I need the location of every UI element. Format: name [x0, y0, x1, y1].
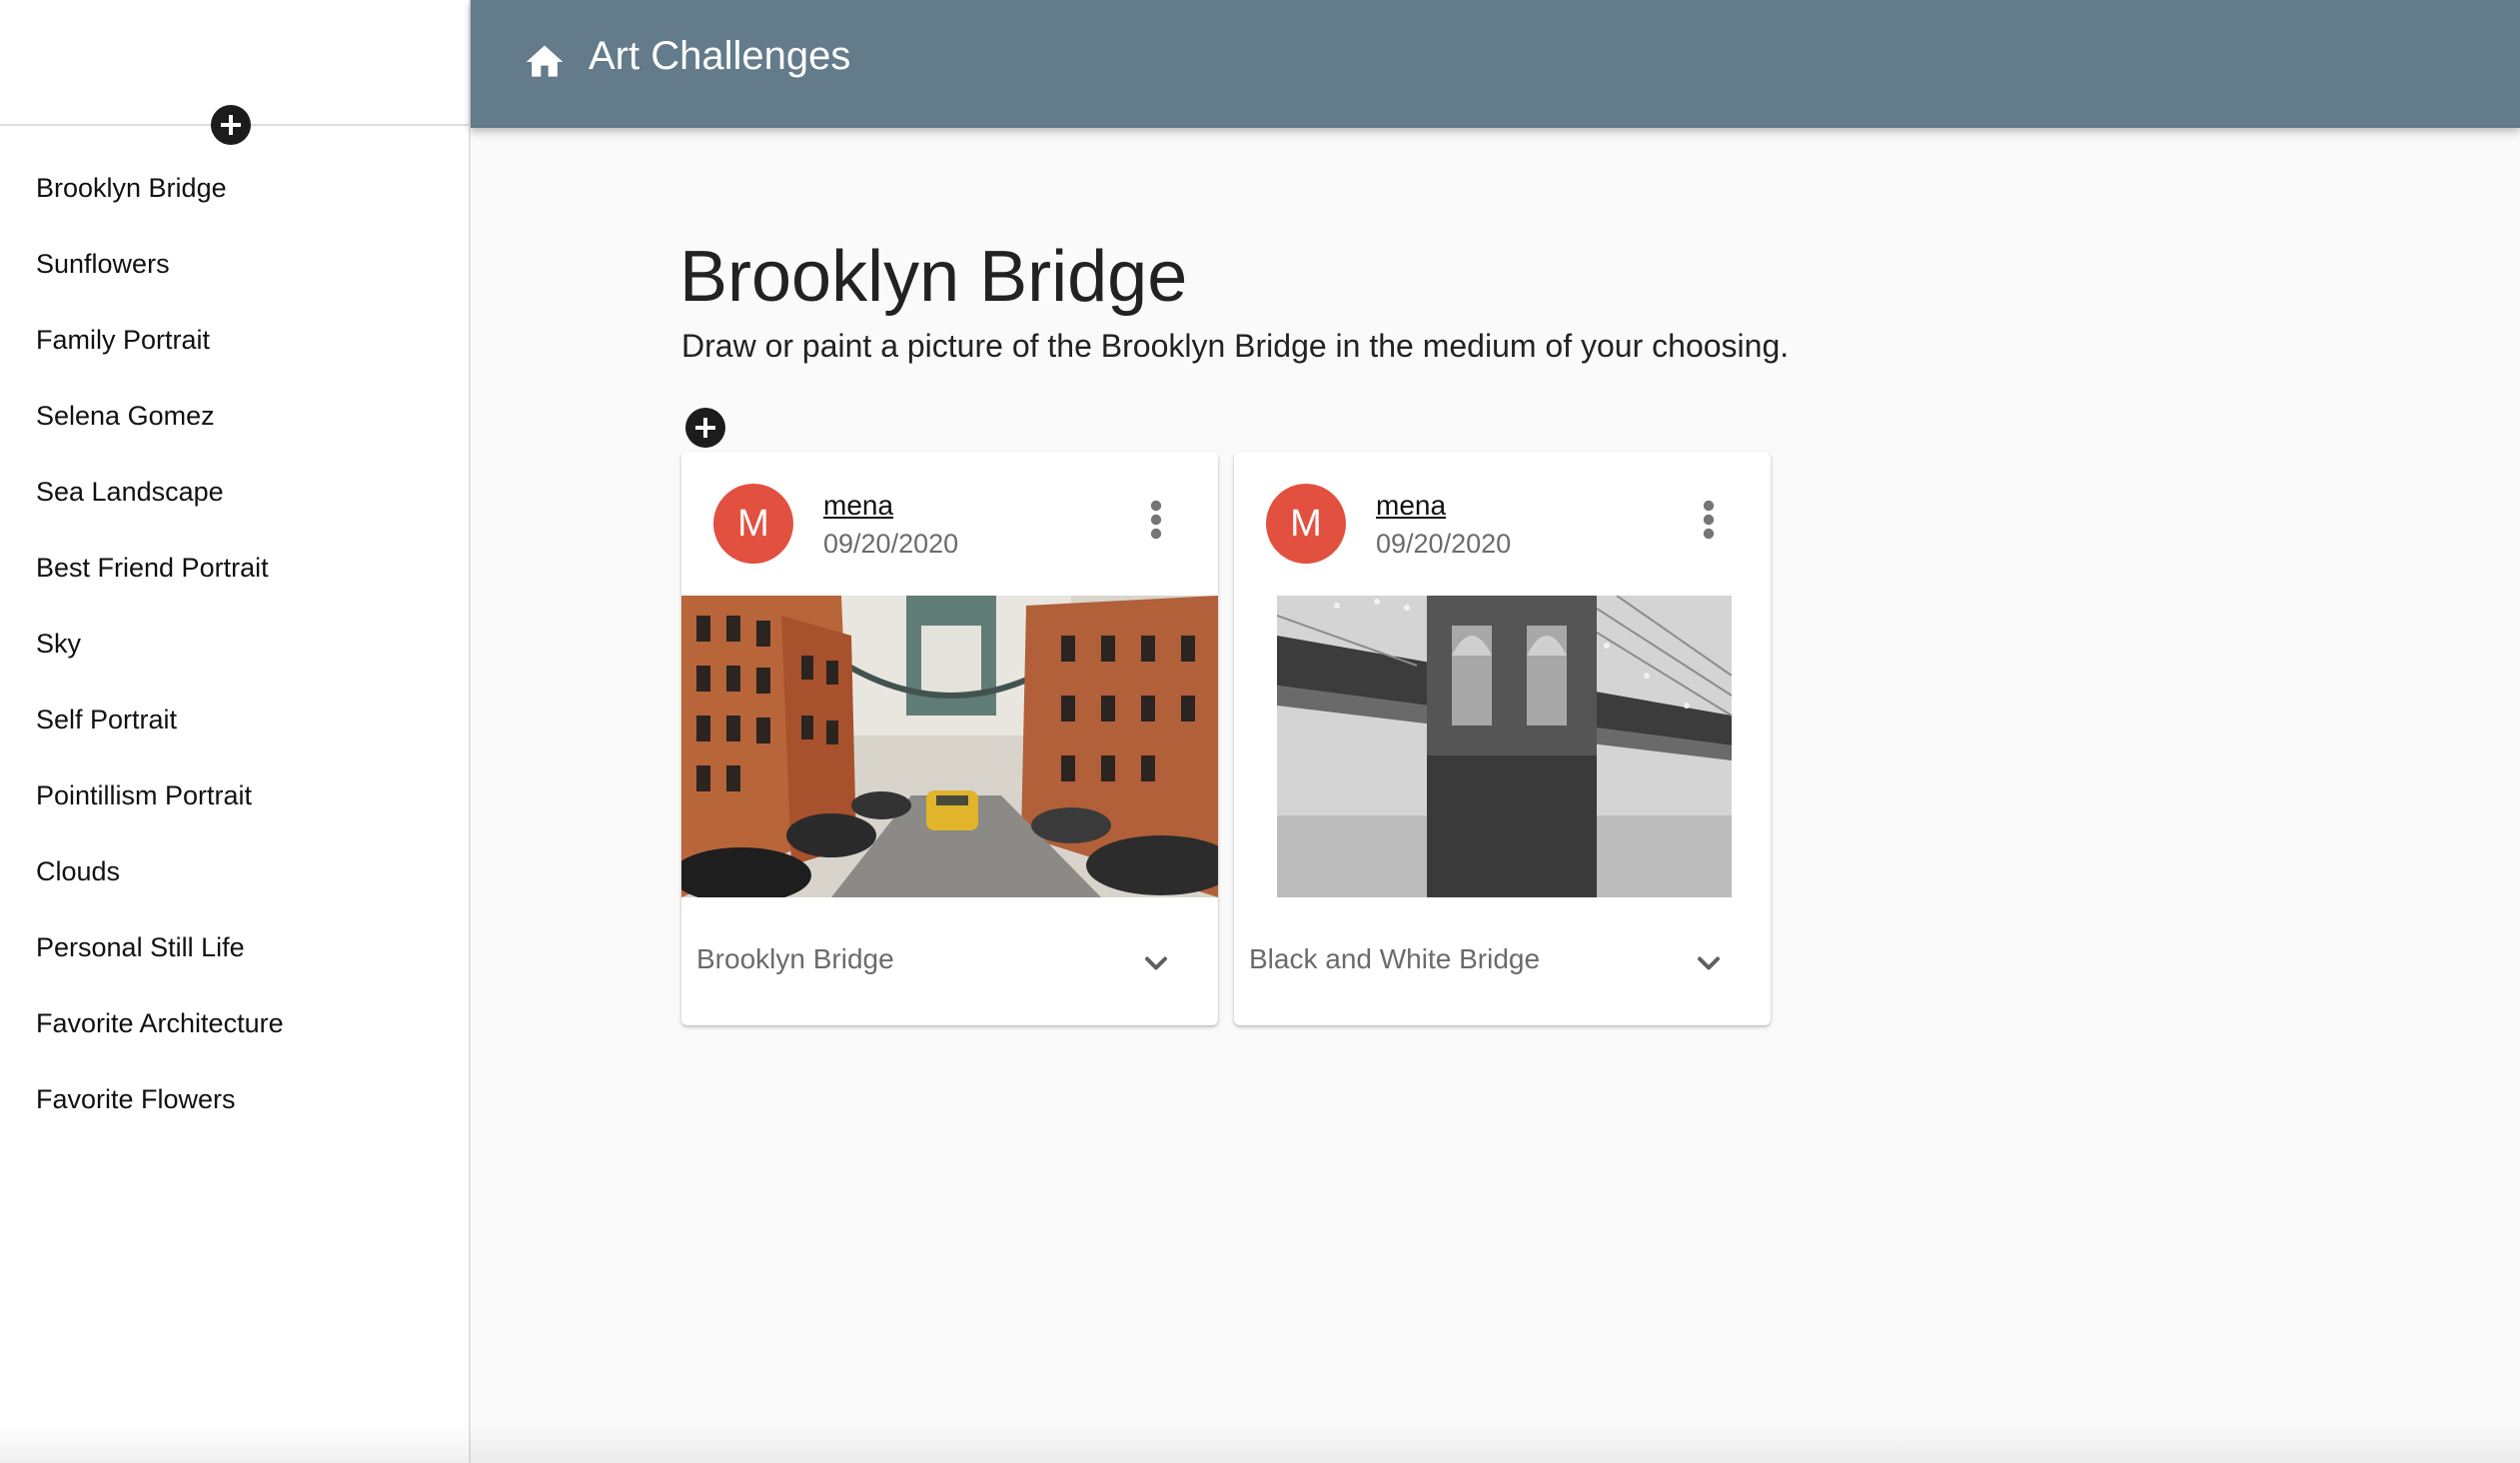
sidebar-item-label: Selena Gomez: [36, 400, 215, 431]
sidebar-item-label: Clouds: [36, 855, 121, 886]
sidebar-item-label: Family Portrait: [36, 324, 211, 355]
sidebar-item-sunflowers[interactable]: Sunflowers: [0, 226, 469, 302]
add-submission-button[interactable]: [685, 408, 725, 448]
sidebar-item-label: Personal Still Life: [36, 931, 245, 962]
more-vert-icon[interactable]: [1697, 496, 1721, 544]
app-bar: Art Challenges: [471, 0, 2520, 128]
submission-card: M mena 09/20/2020: [681, 452, 1218, 1025]
artwork-image-color-bridge: [681, 596, 1218, 897]
card-date: 09/20/2020: [823, 529, 959, 559]
sidebar-item-clouds[interactable]: Clouds: [0, 833, 469, 909]
sidebar-item-label: Best Friend Portrait: [36, 552, 269, 583]
sidebar-item-sky[interactable]: Sky: [0, 606, 469, 682]
chevron-down-icon[interactable]: [1138, 945, 1174, 981]
artwork-image-bw-bridge: [1277, 596, 1732, 897]
sidebar-item-self-portrait[interactable]: Self Portrait: [0, 682, 469, 757]
sidebar-item-label: Sky: [36, 628, 82, 659]
sidebar-item-label: Favorite Architecture: [36, 1007, 284, 1038]
sidebar-item-favorite-architecture[interactable]: Favorite Architecture: [0, 985, 469, 1061]
more-vert-icon[interactable]: [1144, 496, 1168, 544]
app-title: Art Challenges: [589, 34, 851, 78]
sidebar-item-label: Self Portrait: [36, 704, 178, 734]
sidebar-item-selena-gomez[interactable]: Selena Gomez: [0, 378, 469, 454]
sidebar-item-label: Pointillism Portrait: [36, 779, 253, 810]
sidebar-item-personal-still-life[interactable]: Personal Still Life: [0, 909, 469, 985]
sidebar-item-brooklyn-bridge[interactable]: Brooklyn Bridge: [0, 150, 469, 226]
page-title: Brooklyn Bridge: [679, 237, 1188, 317]
avatar: M: [713, 484, 793, 564]
card-caption: Black and White Bridge: [1249, 943, 1541, 974]
submission-card: M mena 09/20/2020: [1234, 452, 1771, 1025]
sidebar-item-sea-landscape[interactable]: Sea Landscape: [0, 454, 469, 530]
sidebar-item-best-friend-portrait[interactable]: Best Friend Portrait: [0, 530, 469, 606]
challenge-description: Draw or paint a picture of the Brooklyn …: [681, 328, 1790, 364]
sidebar-item-family-portrait[interactable]: Family Portrait: [0, 302, 469, 378]
sidebar-item-favorite-flowers[interactable]: Favorite Flowers: [0, 1061, 469, 1137]
sidebar-item-label: Sunflowers: [36, 248, 170, 279]
sidebar-item-label: Sea Landscape: [36, 476, 224, 507]
card-username-link[interactable]: mena: [1376, 490, 1446, 522]
challenge-list: Brooklyn Bridge Sunflowers Family Portra…: [0, 150, 469, 1137]
card-username-link[interactable]: mena: [823, 490, 893, 522]
add-challenge-button[interactable]: [211, 105, 251, 145]
sidebar-item-label: Favorite Flowers: [36, 1083, 236, 1114]
sidebar-item-pointillism-portrait[interactable]: Pointillism Portrait: [0, 757, 469, 833]
home-icon[interactable]: [523, 40, 567, 84]
sidebar: Brooklyn Bridge Sunflowers Family Portra…: [0, 0, 471, 1463]
card-date: 09/20/2020: [1376, 529, 1512, 559]
chevron-down-icon[interactable]: [1691, 945, 1727, 981]
card-caption: Brooklyn Bridge: [696, 943, 894, 974]
add-icon: [695, 418, 715, 438]
sidebar-item-label: Brooklyn Bridge: [36, 172, 227, 203]
add-icon: [221, 115, 241, 135]
avatar: M: [1266, 484, 1346, 564]
